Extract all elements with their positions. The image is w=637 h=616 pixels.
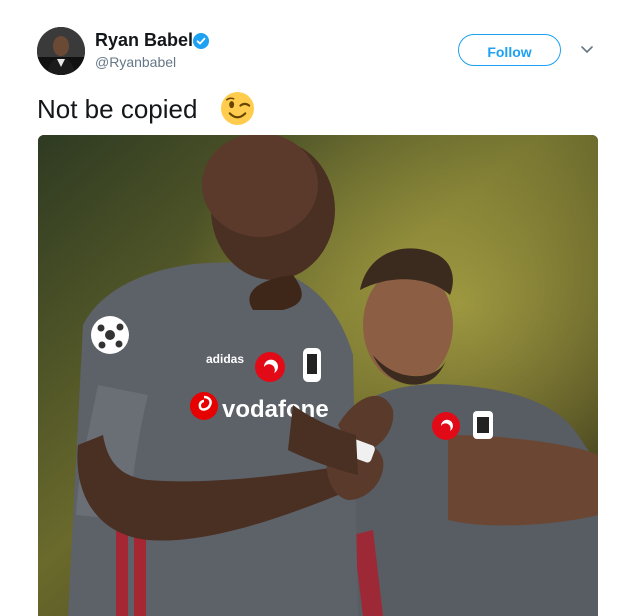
display-name[interactable]: Ryan Babel	[95, 30, 193, 51]
winking-face-emoji-icon	[220, 91, 255, 126]
user-handle[interactable]: @Ryanbabel	[95, 54, 176, 70]
jersey-brand-text: adidas	[206, 352, 244, 366]
follow-button[interactable]: Follow	[458, 34, 561, 66]
verified-badge-icon	[193, 33, 209, 49]
tweet-text: Not be copied	[37, 94, 198, 124]
tweet-photo[interactable]: adidas vodafone	[38, 135, 598, 616]
chevron-down-icon[interactable]	[580, 44, 594, 56]
tweet-card: Ryan Babel @Ryanbabel Follow Not be copi…	[0, 0, 637, 616]
user-avatar[interactable]	[37, 27, 85, 75]
